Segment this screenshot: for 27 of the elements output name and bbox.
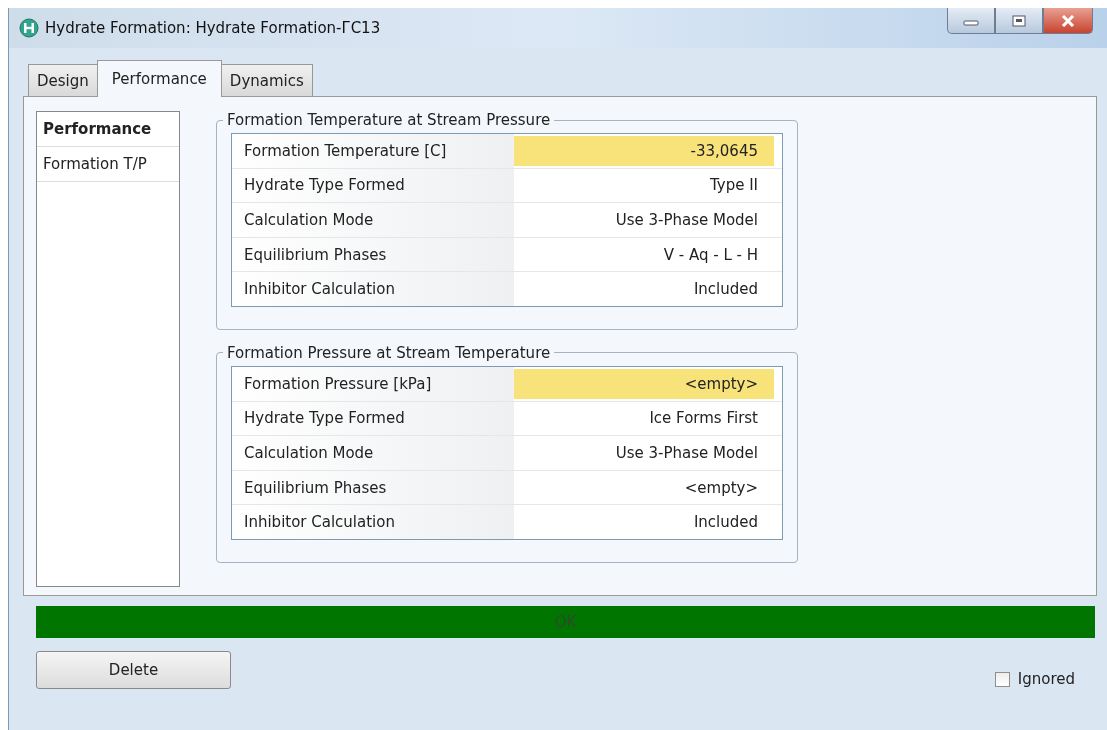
tab[interactable]: Dynamics (220, 64, 313, 96)
window-title: Hydrate Formation: Hydrate Formation-ГС13 (45, 19, 381, 37)
group-title: Formation Temperature at Stream Pressure (226, 111, 552, 129)
property-value[interactable]: Included (514, 272, 774, 306)
property-value[interactable]: -33,0645 (514, 136, 774, 166)
maximize-button[interactable] (995, 8, 1043, 34)
maximize-icon (1012, 14, 1026, 27)
group-title: Formation Pressure at Stream Temperature (226, 343, 552, 362)
property-value[interactable]: Included (514, 505, 774, 539)
property-value[interactable]: <empty> (514, 368, 774, 399)
property-value[interactable]: Ice Forms First (514, 401, 774, 436)
sidebar-item[interactable]: Performance (37, 112, 179, 147)
minimize-button[interactable] (947, 8, 995, 34)
checkbox[interactable] (994, 671, 1010, 687)
close-icon (1061, 14, 1075, 27)
delete-button[interactable]: Delete (36, 651, 231, 689)
property-value[interactable]: V - Aq - L - H (514, 237, 774, 272)
property-value[interactable]: Type II (514, 168, 774, 203)
tab[interactable]: Design (28, 64, 98, 96)
sidebar-item[interactable]: Formation T/P (37, 147, 179, 182)
close-button[interactable] (1043, 8, 1093, 34)
property-value[interactable]: <empty> (514, 470, 774, 505)
app-logo-icon (19, 18, 39, 38)
checkbox-label: Ignored (1017, 670, 1075, 688)
property-value[interactable]: Use 3-Phase Model (514, 436, 774, 470)
property-value[interactable]: Use 3-Phase Model (514, 203, 774, 237)
tab[interactable]: Performance (96, 60, 222, 97)
